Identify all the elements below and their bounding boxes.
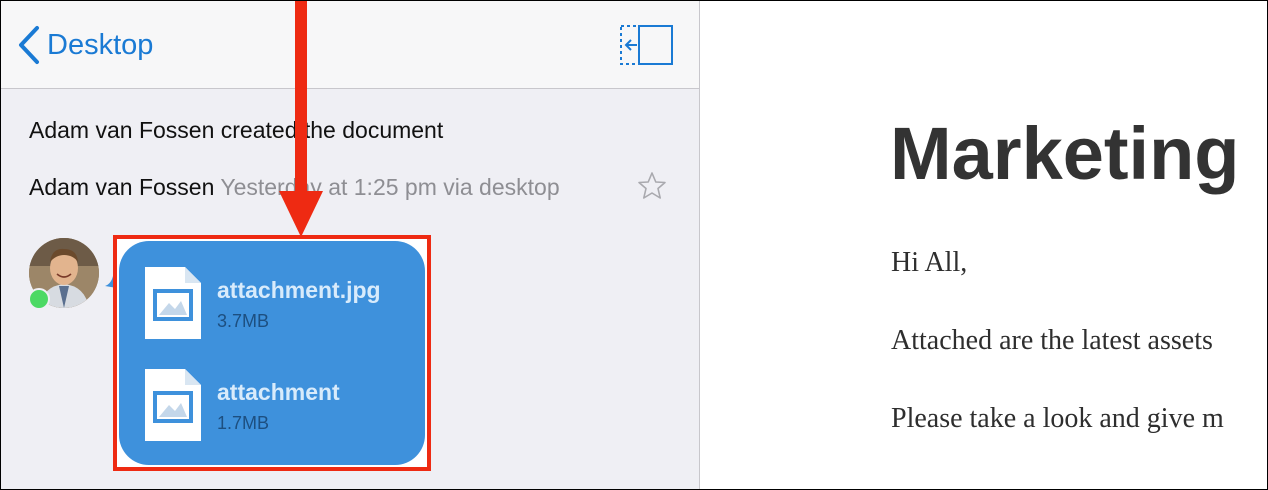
- document-title: Marketing: [890, 112, 1240, 195]
- attachment-name: attachment.jpg: [217, 277, 381, 303]
- image-file-icon: [145, 267, 201, 339]
- attachment-size: 3.7MB: [217, 311, 270, 331]
- attachment-name: attachment: [217, 379, 340, 405]
- star-icon: [638, 172, 666, 199]
- event-author: Adam van Fossen: [29, 117, 215, 143]
- attachment-item[interactable]: attachment 1.7MB: [143, 367, 413, 447]
- attachment-item[interactable]: attachment.jpg 3.7MB: [143, 265, 413, 345]
- event-author: Adam van Fossen: [29, 174, 215, 200]
- back-button-label: Desktop: [47, 28, 154, 61]
- document-paragraph: Please take a look and give m: [891, 403, 1224, 434]
- star-button[interactable]: [637, 171, 667, 206]
- attachments-bubble: attachment.jpg 3.7MB attachment 1.7MB: [119, 241, 425, 465]
- event-action: created the document: [220, 117, 444, 143]
- app-window: Desktop Adam van Fossen created the docu…: [0, 0, 1268, 490]
- activity-pane: Desktop Adam van Fossen created the docu…: [1, 1, 700, 489]
- attachments-highlight: attachment.jpg 3.7MB attachment 1.7MB: [113, 235, 431, 471]
- arrow-down-icon: [279, 1, 323, 237]
- document-pane: Marketing Hi All, Attached are the lates…: [700, 1, 1267, 489]
- document-paragraph: Attached are the latest assets: [891, 325, 1213, 356]
- sidebar-toggle-icon: [620, 25, 673, 65]
- document-paragraph: Hi All,: [891, 247, 968, 278]
- online-status-dot: [28, 288, 50, 310]
- attachment-size: 1.7MB: [217, 413, 270, 433]
- back-button[interactable]: Desktop: [17, 23, 153, 67]
- navigation-bar: Desktop: [1, 1, 699, 89]
- sidebar-toggle-button[interactable]: [619, 24, 675, 71]
- feed-event-created: Adam van Fossen created the document: [29, 117, 443, 144]
- image-file-icon: [145, 369, 201, 441]
- chevron-left-icon: [19, 26, 39, 64]
